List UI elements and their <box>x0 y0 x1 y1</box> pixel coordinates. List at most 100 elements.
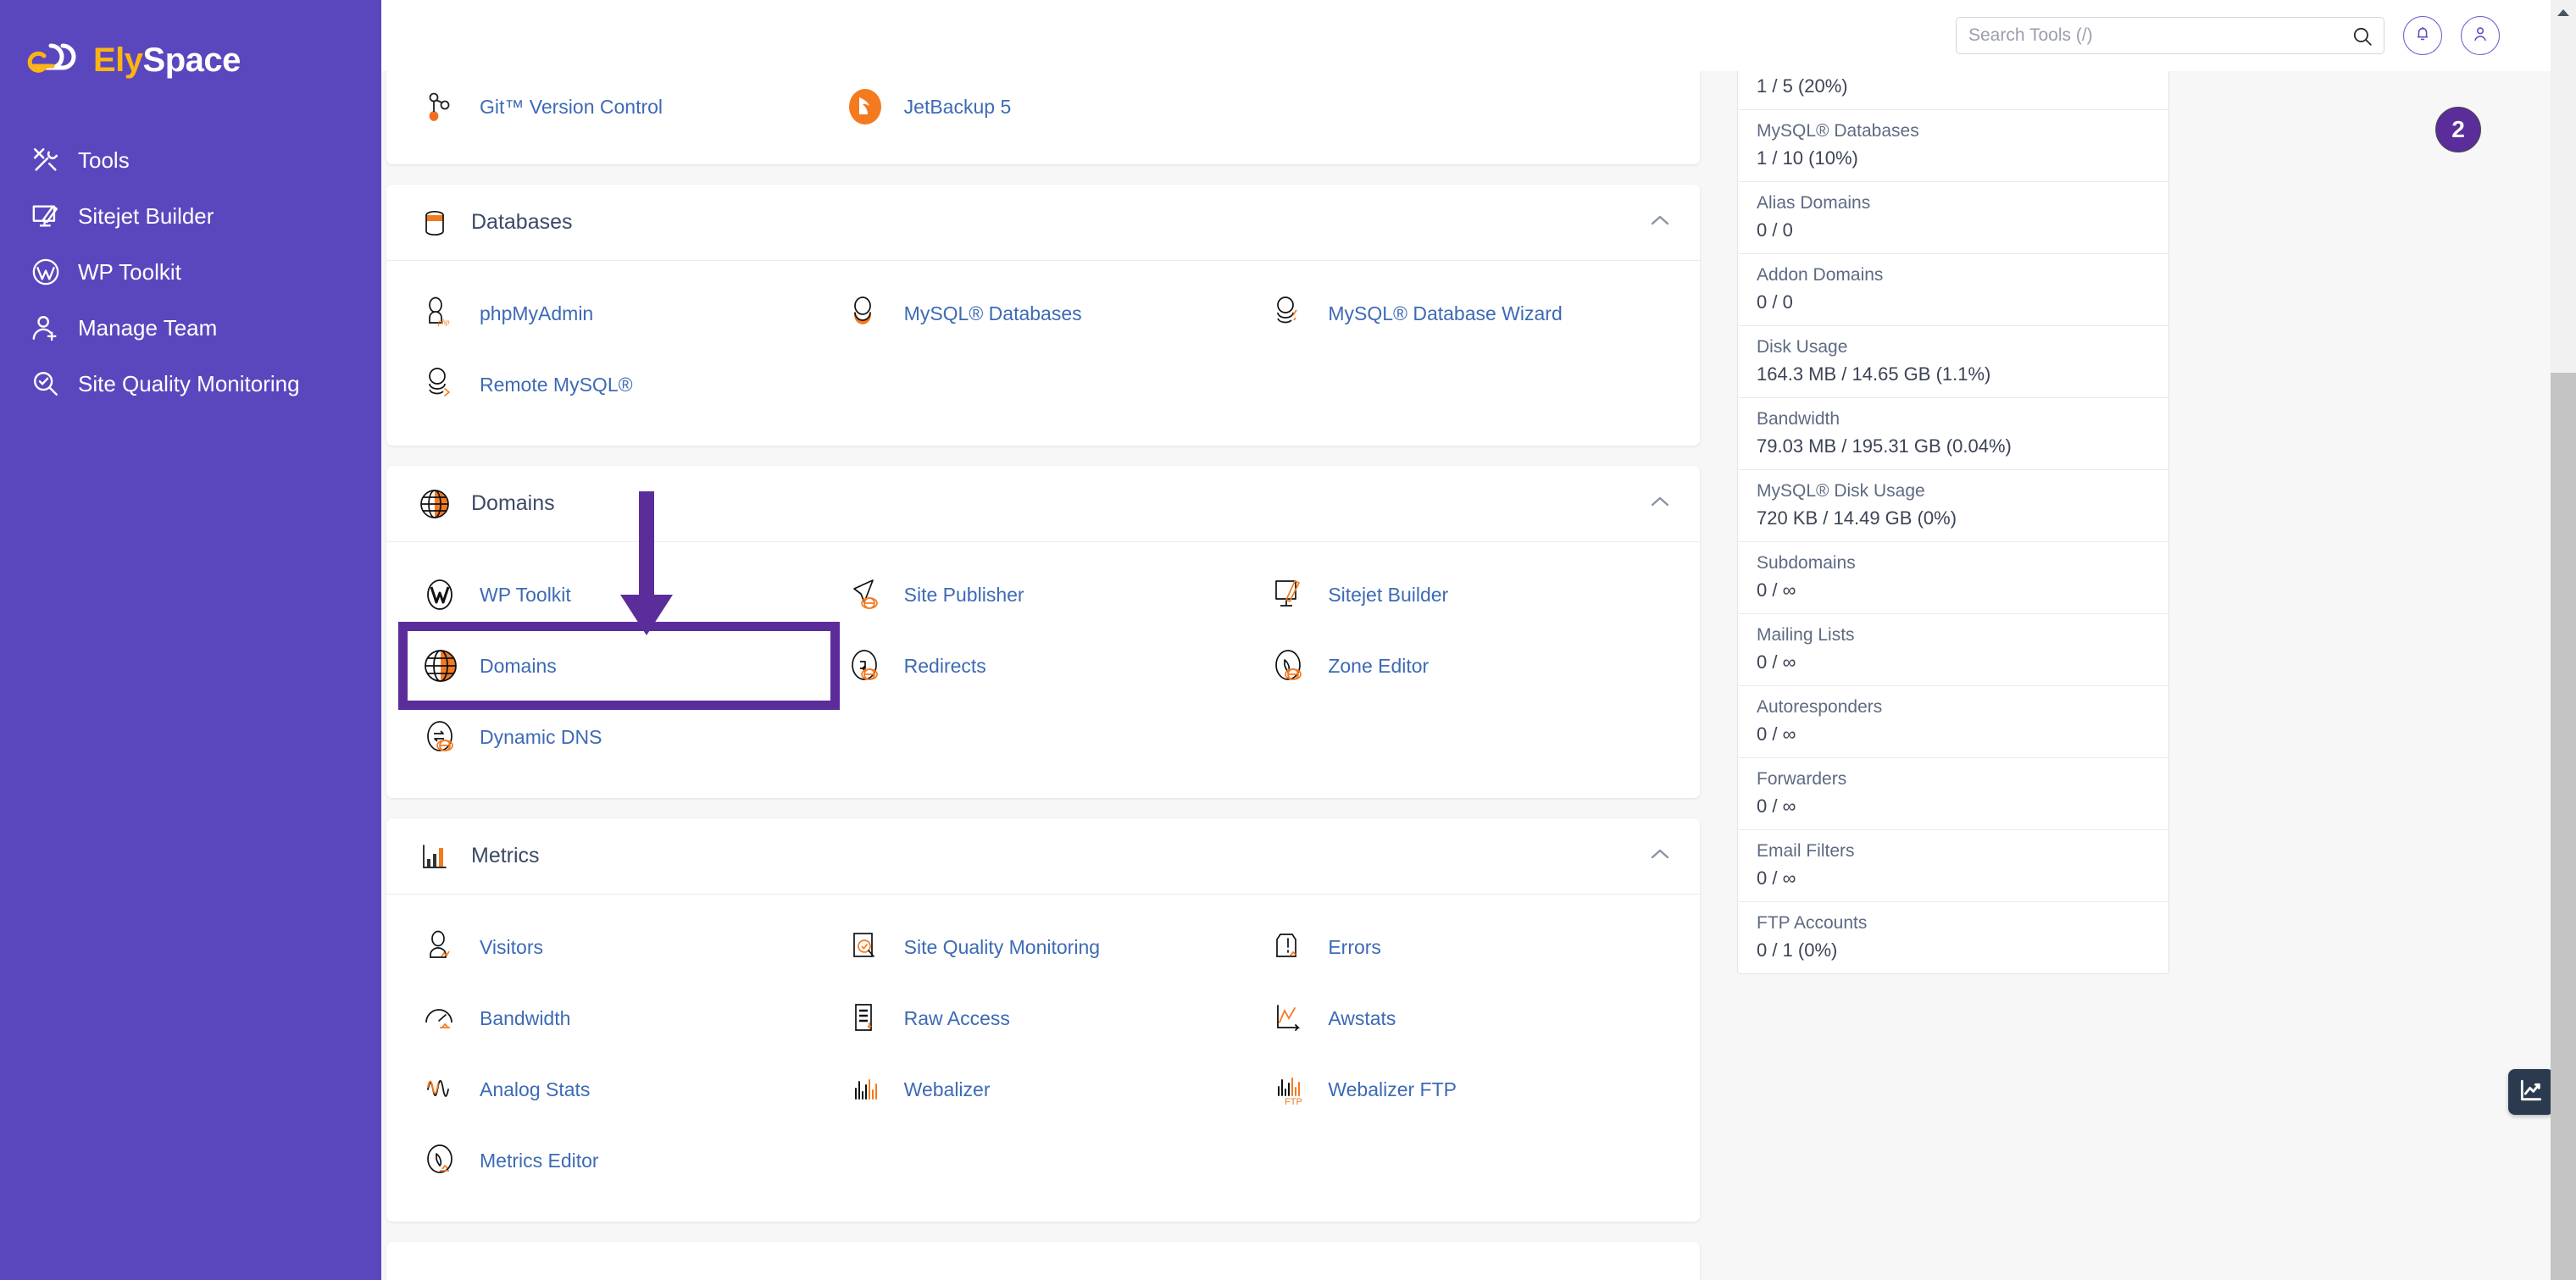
sidebar-item-tools[interactable]: Tools <box>0 132 381 188</box>
section-card-partial-top: Git™ Version Control JetBackup 5 <box>386 71 1700 164</box>
phpmyadmin-icon: php <box>417 290 464 337</box>
chevron-up-icon[interactable] <box>1649 847 1671 865</box>
tool-label: Sitejet Builder <box>1328 583 1449 606</box>
tool-grid: WP Toolkit Site Publisher Sitejet Builde… <box>386 542 1700 798</box>
tool-label: MySQL® Databases <box>903 302 1082 324</box>
search-box[interactable] <box>1956 17 2384 54</box>
section-header-domains[interactable]: Domains <box>386 466 1700 542</box>
stat-value: 0 / 0 <box>1757 291 1793 313</box>
stat-row: Forwarders 0 / ∞ <box>1738 758 2168 830</box>
analytics-fab-button[interactable] <box>2508 1069 2554 1115</box>
brand-name-first: Ely <box>93 41 143 79</box>
tool-wp-toolkit[interactable]: WP Toolkit <box>407 559 831 630</box>
sidebar-item-label: Tools <box>78 147 130 173</box>
tool-metrics-editor[interactable]: Metrics Editor <box>407 1125 831 1196</box>
tool-dynamic-dns[interactable]: Dynamic DNS <box>407 701 831 773</box>
tool-zone-editor[interactable]: Zone Editor <box>1255 630 1679 701</box>
tool-sitejet-builder[interactable]: Sitejet Builder <box>1255 559 1679 630</box>
bell-icon <box>2413 25 2432 47</box>
tool-label: Domains <box>480 654 557 677</box>
section-header-metrics[interactable]: Metrics <box>386 818 1700 895</box>
tool-remote-mysql[interactable]: Remote MySQL® <box>407 349 831 420</box>
stat-row: MySQL® Disk Usage 720 KB / 14.49 GB (0%) <box>1738 470 2168 542</box>
awstats-icon <box>1265 995 1313 1042</box>
tool-errors[interactable]: Errors <box>1255 912 1679 983</box>
stat-value: 79.03 MB / 195.31 GB (0.04%) <box>1757 435 2012 457</box>
tool-analog-stats[interactable]: Analog Stats <box>407 1054 831 1125</box>
tool-visitors[interactable]: Visitors <box>407 912 831 983</box>
tool-site-quality-monitoring[interactable]: Site Quality Monitoring <box>831 912 1256 983</box>
section-card-next-peek <box>386 1242 1700 1280</box>
stat-label: MySQL® Disk Usage <box>1757 481 1925 501</box>
tool-webalizer-ftp[interactable]: FTP Webalizer FTP <box>1255 1054 1679 1125</box>
search-input[interactable] <box>1957 18 2384 53</box>
sidebar: ElySpace Tools Sitejet Builder WP Toolki… <box>0 0 381 1280</box>
tool-label: Raw Access <box>903 1006 1010 1029</box>
scroll-up-arrow-icon[interactable] <box>2551 0 2576 25</box>
sidebar-item-manage-team[interactable]: Manage Team <box>0 300 381 356</box>
search-icon[interactable] <box>2351 25 2373 52</box>
chevron-up-icon[interactable] <box>1649 213 1671 231</box>
stat-label: Bandwidth <box>1757 409 1840 429</box>
section-card-databases: Databases php phpMyAdmin MySQL® Database… <box>386 185 1700 446</box>
tool-label: Analog Stats <box>480 1078 591 1100</box>
tool-bandwidth[interactable]: Bandwidth <box>407 983 831 1054</box>
stat-value: 1 / 5 (20%) <box>1757 75 1848 97</box>
chevron-up-icon[interactable] <box>1649 495 1671 513</box>
raw-access-icon <box>841 995 889 1042</box>
account-button[interactable] <box>2461 16 2500 55</box>
tool-label: MySQL® Database Wizard <box>1328 302 1563 324</box>
stat-row: Disk Usage 164.3 MB / 14.65 GB (1.1%) <box>1738 326 2168 398</box>
site-quality-icon <box>841 923 889 971</box>
tool-label: Remote MySQL® <box>480 373 633 396</box>
section-card-domains: Domains WP Toolkit Site Publisher Siteje… <box>386 466 1700 798</box>
mysql-wizard-icon <box>1265 290 1313 337</box>
webalizer-ftp-icon: FTP <box>1265 1066 1313 1113</box>
tool-label: WP Toolkit <box>480 583 571 606</box>
tool-label: Git™ Version Control <box>480 95 663 118</box>
stat-label: FTP Accounts <box>1757 913 1868 933</box>
tool-jetbackup-5[interactable]: JetBackup 5 <box>831 71 1256 142</box>
main-content: Git™ Version Control JetBackup 5 Databas… <box>381 71 2551 1280</box>
stat-row: Addon Domains 0 / 0 <box>1738 254 2168 326</box>
tool-mysql-database-wizard[interactable]: MySQL® Database Wizard <box>1255 278 1679 349</box>
section-title: Domains <box>471 491 555 515</box>
stat-row: FTP Accounts 0 / 1 (0%) <box>1738 902 2168 973</box>
tool-label: Errors <box>1328 935 1381 958</box>
stat-value: 1 / 10 (10%) <box>1757 147 1858 169</box>
tool-redirects[interactable]: Redirects <box>831 630 1256 701</box>
metrics-editor-icon <box>417 1137 464 1184</box>
tool-webalizer[interactable]: Webalizer <box>831 1054 1256 1125</box>
sidebar-item-sitejet-builder[interactable]: Sitejet Builder <box>0 188 381 244</box>
vertical-scrollbar[interactable] <box>2551 0 2576 1280</box>
tools-icon <box>27 143 64 177</box>
analytics-chart-icon <box>2518 1077 2545 1108</box>
stat-row: Mailing Lists 0 / ∞ <box>1738 614 2168 686</box>
database-icon <box>415 203 454 242</box>
tool-awstats[interactable]: Awstats <box>1255 983 1679 1054</box>
stat-row: Bandwidth 79.03 MB / 195.31 GB (0.04%) <box>1738 398 2168 470</box>
stat-row: Subdomains 0 / ∞ <box>1738 542 2168 614</box>
tool-phpmyadmin[interactable]: php phpMyAdmin <box>407 278 831 349</box>
sitejet-builder-icon <box>1265 571 1313 618</box>
tool-git-version-control[interactable]: Git™ Version Control <box>407 71 831 142</box>
tool-grid: Visitors Site Quality Monitoring Errors … <box>386 895 1700 1222</box>
tool-site-publisher[interactable]: Site Publisher <box>831 559 1256 630</box>
globe-icon <box>417 642 464 690</box>
notifications-button[interactable] <box>2403 16 2442 55</box>
tool-domains[interactable]: Domains <box>398 622 840 710</box>
stat-label: Alias Domains <box>1757 193 1871 213</box>
tool-mysql-databases[interactable]: MySQL® Databases <box>831 278 1256 349</box>
cloud-e-logo-icon <box>25 39 88 81</box>
tool-raw-access[interactable]: Raw Access <box>831 983 1256 1054</box>
brand-logo[interactable]: ElySpace <box>0 29 381 91</box>
monitor-pen-icon <box>27 199 64 233</box>
stat-value: 0 / ∞ <box>1757 723 1796 745</box>
sidebar-item-site-quality-monitoring[interactable]: Site Quality Monitoring <box>0 356 381 412</box>
user-icon <box>2471 25 2490 47</box>
scrollbar-thumb[interactable] <box>2551 373 2576 1280</box>
sidebar-item-wp-toolkit[interactable]: WP Toolkit <box>0 244 381 300</box>
redirects-icon <box>841 642 889 690</box>
stat-row: Email Filters 0 / ∞ <box>1738 830 2168 902</box>
section-header-databases[interactable]: Databases <box>386 185 1700 261</box>
